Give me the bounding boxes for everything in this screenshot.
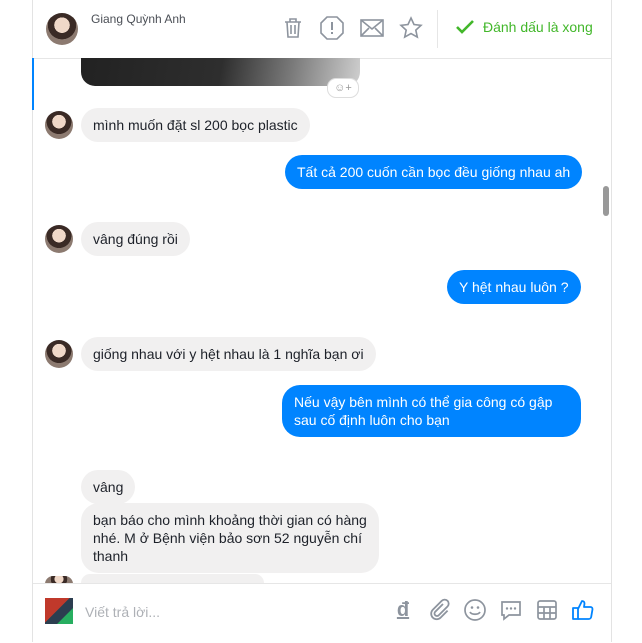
image-attachment[interactable] [81,58,360,86]
sender-avatar[interactable] [45,111,73,139]
star-icon[interactable] [398,15,424,41]
emoji-icon[interactable] [463,598,487,622]
header-divider [437,10,438,48]
reply-input[interactable] [83,600,327,624]
message-outgoing[interactable]: Y hệt nhau luôn ? [447,270,581,304]
attach-icon[interactable] [427,598,451,622]
gif-icon[interactable] [535,598,559,622]
check-icon [456,20,474,34]
thread-scrollbar[interactable] [603,186,609,216]
message-outgoing[interactable]: Nếu vậy bên mình có thể gia công có gập … [282,385,581,437]
add-reaction-button[interactable]: ☺+ [327,78,359,98]
message-incoming[interactable]: giống nhau với y hệt nhau là 1 nghĩa bạn… [81,337,376,371]
alert-icon[interactable] [319,15,345,41]
message-composer: đ [33,583,611,643]
sender-avatar[interactable] [45,340,73,368]
contact-avatar[interactable] [46,13,78,45]
sticker-icon[interactable] [499,598,523,622]
focus-indicator [32,58,34,110]
mail-icon[interactable] [359,15,385,41]
message-incoming[interactable]: vâng đúng rồi [81,222,190,256]
mark-done-button[interactable]: Đánh dấu là xong [455,19,593,35]
message-incoming[interactable]: mình muốn đặt sl 200 bọc plastic [81,108,310,142]
product-thumbnail[interactable] [45,598,73,624]
conversation-panel: Giang Quỳnh Anh Đánh dấu là xong ☺+ mình… [32,0,612,643]
currency-icon[interactable]: đ [391,598,415,622]
mark-done-label: Đánh dấu là xong [483,19,593,35]
trash-icon[interactable] [280,15,306,41]
sender-avatar[interactable] [45,225,73,253]
message-incoming[interactable]: bạn báo cho mình khoảng thời gian có hàn… [81,503,379,573]
message-incoming[interactable]: vâng [81,470,136,504]
contact-name[interactable]: Giang Quỳnh Anh [91,12,186,26]
like-icon[interactable] [571,598,595,622]
message-incoming-partial [81,574,264,583]
message-outgoing[interactable]: Tất cả 200 cuốn cần bọc đều giống nhau a… [285,155,583,189]
conversation-header: Giang Quỳnh Anh Đánh dấu là xong [33,0,611,59]
